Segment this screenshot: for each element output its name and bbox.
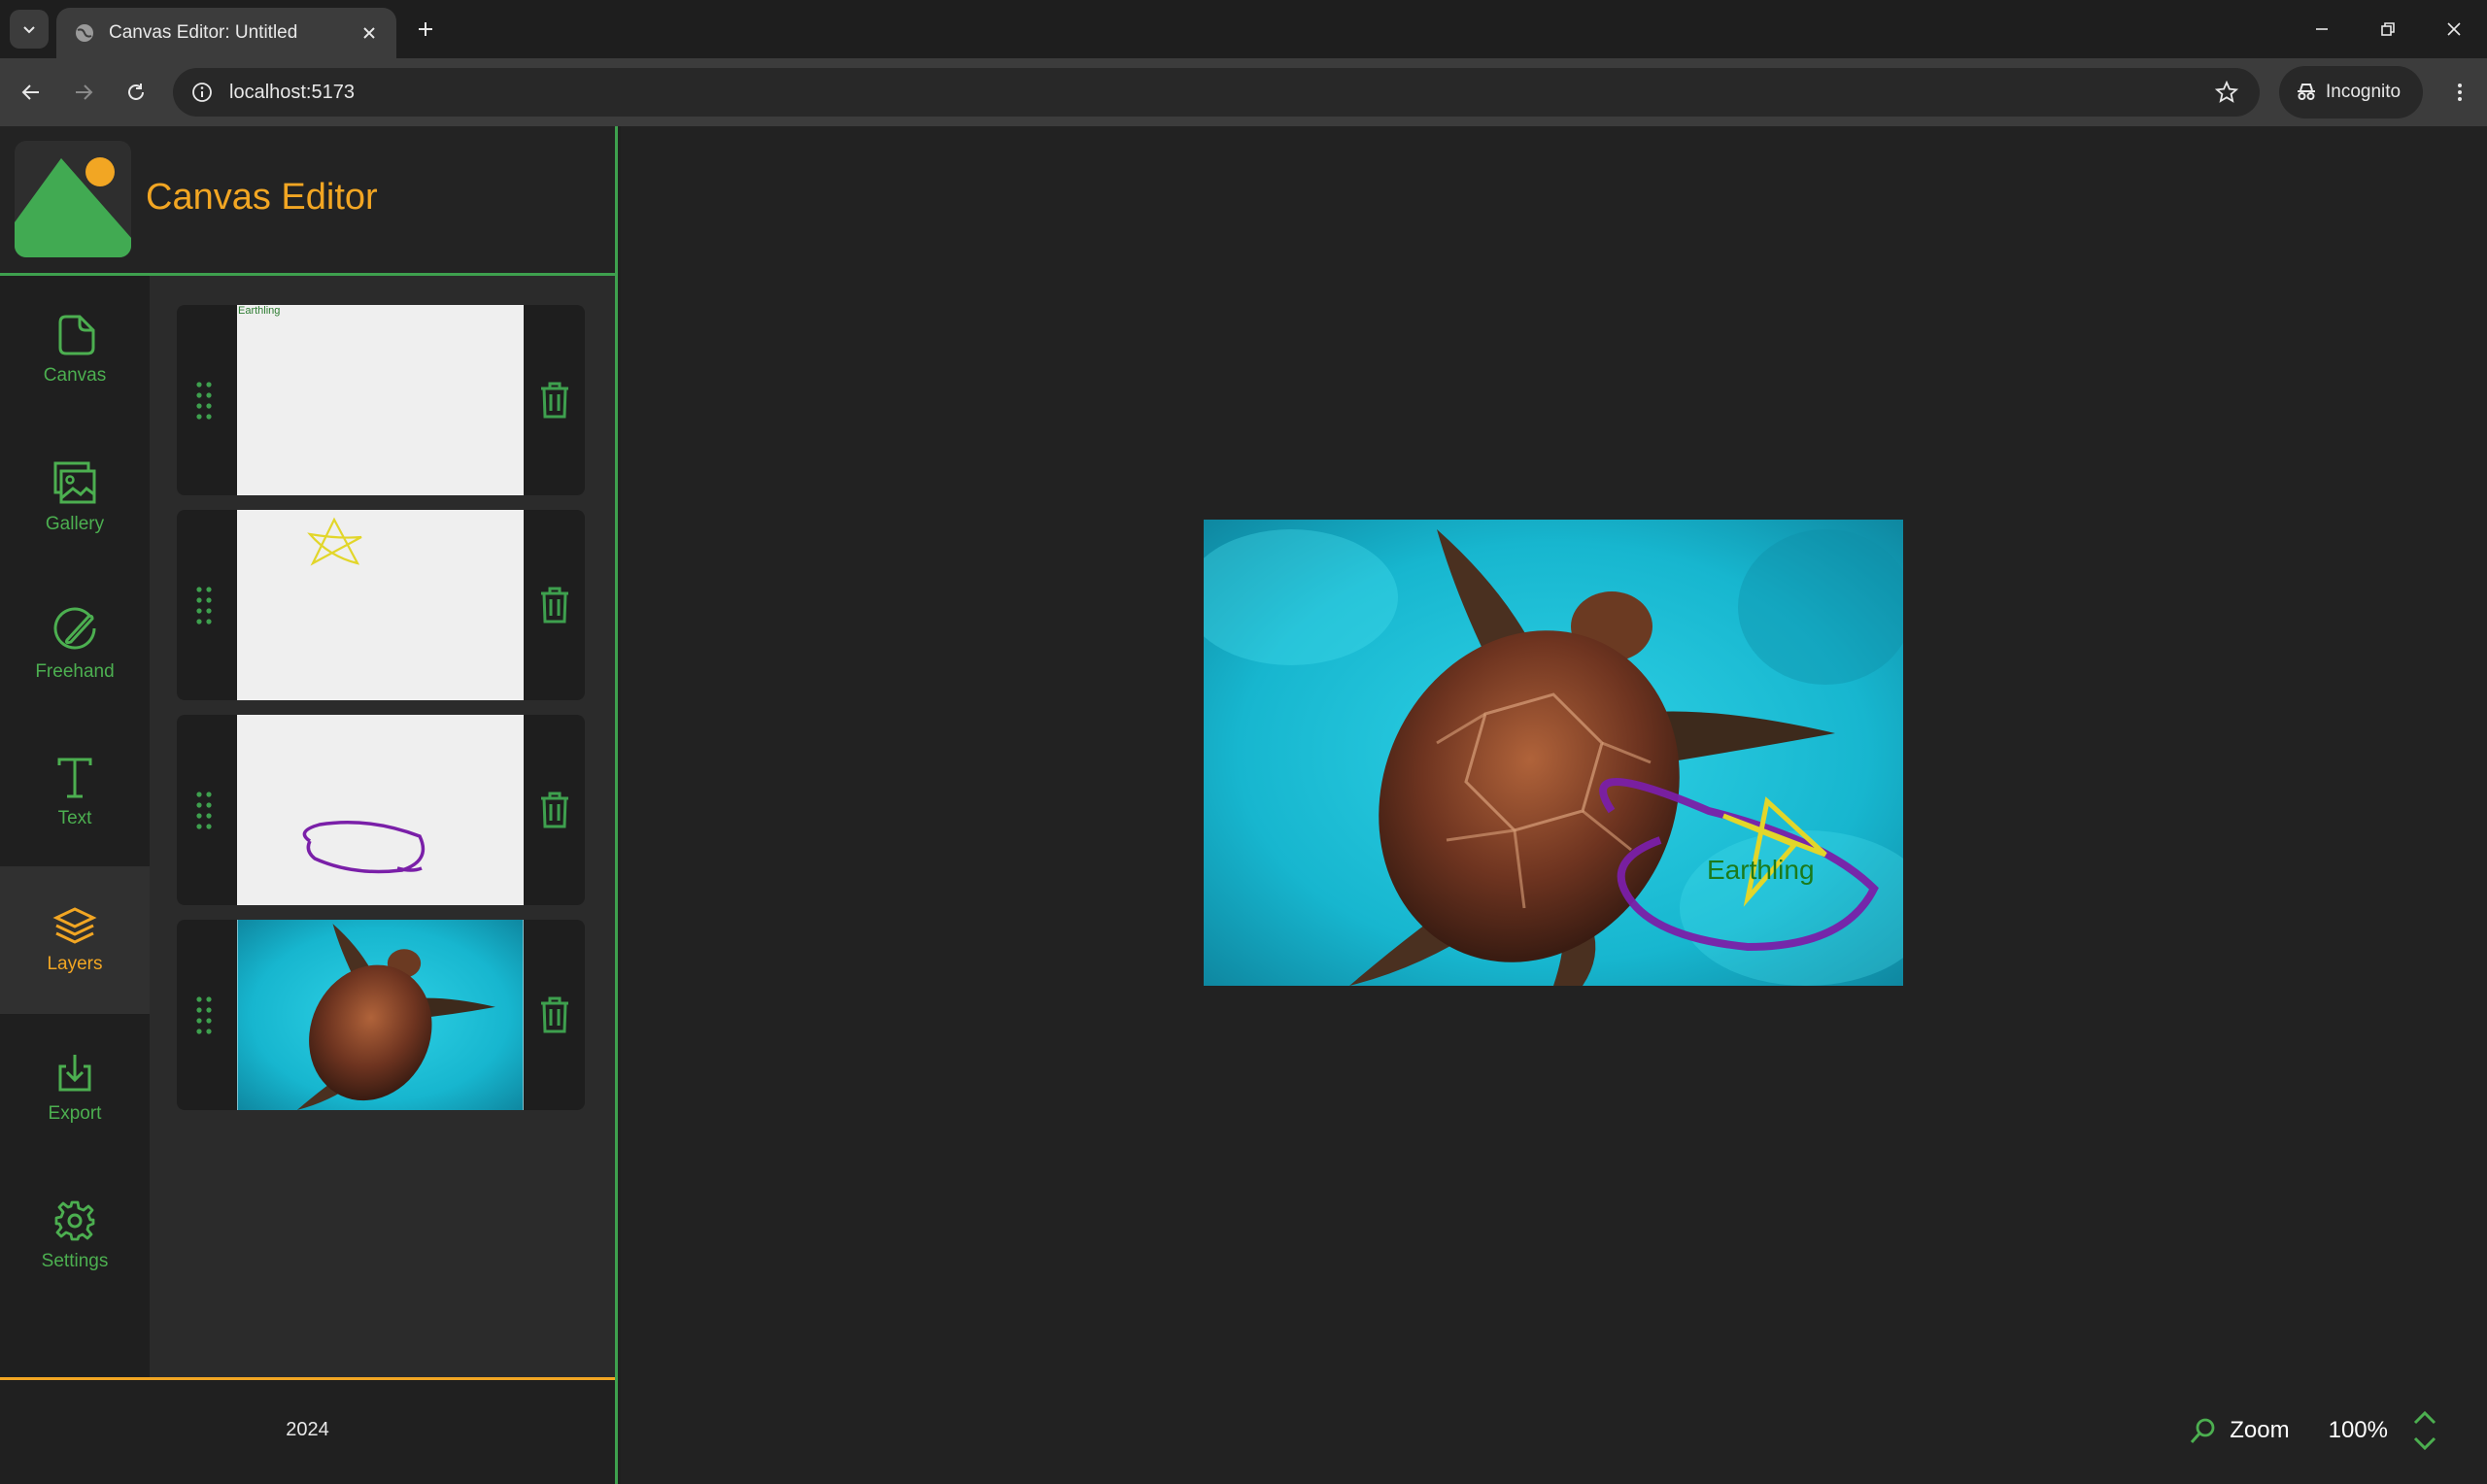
layers-panel: Earthling	[150, 276, 615, 1377]
layers-icon	[52, 907, 97, 944]
mountain-sun-icon	[15, 157, 131, 257]
tab-close-button[interactable]	[352, 16, 387, 51]
app-logo	[15, 141, 131, 257]
settings-icon	[54, 1200, 95, 1241]
layer-item[interactable]	[177, 715, 585, 905]
more-vertical-icon	[2458, 84, 2462, 101]
nav-label: Freehand	[35, 661, 115, 682]
nav-label: Gallery	[45, 514, 105, 534]
trash-icon[interactable]	[538, 586, 571, 624]
canvas-editor-app: Canvas Editor Canvas Gallery Freehand Te…	[0, 126, 2487, 1484]
layer-item[interactable]	[177, 510, 585, 700]
arrow-right-icon	[76, 84, 93, 100]
browser-menu-button[interactable]	[2440, 73, 2479, 112]
star-drawing	[307, 517, 362, 566]
canvas[interactable]: Earthling	[1204, 520, 1903, 986]
minimize-button[interactable]	[2289, 0, 2355, 58]
layer-thumbnail	[237, 715, 524, 905]
footer-year: 2024	[286, 1419, 329, 1440]
layer-item[interactable]	[177, 920, 585, 1110]
new-tab-button[interactable]	[408, 12, 443, 47]
incognito-label: Incognito	[2326, 82, 2402, 102]
canvas-icon	[58, 315, 95, 355]
incognito-icon	[2298, 84, 2315, 100]
nav-item-export[interactable]: Export	[0, 1014, 150, 1162]
nav-label: Text	[57, 808, 92, 828]
browser-tab-bar: Canvas Editor: Untitled	[0, 0, 2487, 58]
back-button[interactable]	[12, 73, 51, 112]
nav-item-layers[interactable]: Layers	[0, 866, 150, 1014]
browser-tab[interactable]: Canvas Editor: Untitled	[56, 8, 396, 58]
trash-icon[interactable]	[538, 791, 571, 829]
window-controls	[2289, 0, 2487, 58]
trash-icon[interactable]	[538, 381, 571, 420]
plus-icon	[419, 22, 432, 36]
ellipse-drawing	[302, 820, 426, 874]
address-bar[interactable]: localhost:5173	[173, 68, 2260, 117]
side-panel: Canvas Editor Canvas Gallery Freehand Te…	[0, 126, 618, 1484]
nav-label: Layers	[47, 954, 103, 974]
reload-button[interactable]	[117, 73, 155, 112]
nav-label: Settings	[41, 1251, 109, 1271]
drag-handle-icon[interactable]	[194, 586, 214, 624]
nav-item-canvas[interactable]: Canvas	[0, 276, 150, 423]
tab-title: Canvas Editor: Untitled	[109, 22, 298, 43]
arrow-left-icon	[21, 84, 39, 100]
close-icon	[363, 27, 375, 39]
info-icon	[192, 83, 212, 102]
text-icon	[57, 758, 92, 798]
app-header: Canvas Editor	[0, 126, 615, 276]
canvas-text-layer[interactable]: Earthling	[1707, 855, 1815, 886]
export-icon	[58, 1055, 91, 1092]
minimize-icon	[2316, 28, 2328, 30]
close-window-button[interactable]	[2421, 0, 2487, 58]
trash-icon[interactable]	[538, 995, 571, 1034]
star-icon	[2215, 81, 2238, 103]
app-title: Canvas Editor	[146, 177, 378, 218]
nav-label: Export	[48, 1103, 102, 1124]
nav-label: Canvas	[43, 365, 107, 386]
incognito-badge[interactable]: Incognito	[2279, 66, 2423, 118]
nav-item-text[interactable]: Text	[0, 719, 150, 866]
zoom-value: 100%	[2328, 1417, 2388, 1443]
drag-handle-icon[interactable]	[194, 995, 214, 1034]
reload-icon	[128, 84, 144, 100]
globe-icon	[76, 24, 93, 42]
zoom-label: Zoom	[2230, 1417, 2290, 1443]
forward-button[interactable]	[64, 73, 103, 112]
tab-search-dropdown-button[interactable]	[10, 10, 49, 49]
close-icon	[2447, 22, 2461, 36]
layer-thumbnail	[237, 510, 524, 700]
url-text: localhost:5173	[229, 81, 355, 103]
bookmark-button[interactable]	[2207, 73, 2246, 112]
side-panel-footer: 2024	[0, 1377, 615, 1484]
nav-item-gallery[interactable]: Gallery	[0, 423, 150, 571]
turtle-image	[1204, 520, 1903, 986]
freehand-icon	[53, 607, 96, 650]
canvas-stage: Earthling Zoom 100%	[621, 126, 2487, 1484]
zoom-control: Zoom 100%	[2189, 1406, 2438, 1455]
zoom-stepper-icon[interactable]	[2411, 1409, 2438, 1452]
layer-thumbnail	[237, 920, 524, 1110]
layer-item[interactable]: Earthling	[177, 305, 585, 495]
restore-button[interactable]	[2355, 0, 2421, 58]
nav-item-settings[interactable]: Settings	[0, 1162, 150, 1309]
search-icon	[2191, 1418, 2215, 1443]
gallery-icon	[53, 461, 96, 504]
drag-handle-icon[interactable]	[194, 791, 214, 829]
site-info-button[interactable]	[185, 75, 220, 110]
nav-item-freehand[interactable]: Freehand	[0, 571, 150, 719]
turtle-image	[237, 920, 524, 1110]
restore-icon	[2381, 22, 2395, 36]
layer-thumbnail: Earthling	[237, 305, 524, 495]
nav-rail: Canvas Gallery Freehand Text Layers Expo…	[0, 276, 150, 1377]
drag-handle-icon[interactable]	[194, 381, 214, 420]
layer-text-preview: Earthling	[238, 305, 281, 317]
chevron-down-icon	[23, 26, 35, 34]
browser-toolbar: localhost:5173 Incognito	[0, 58, 2487, 126]
